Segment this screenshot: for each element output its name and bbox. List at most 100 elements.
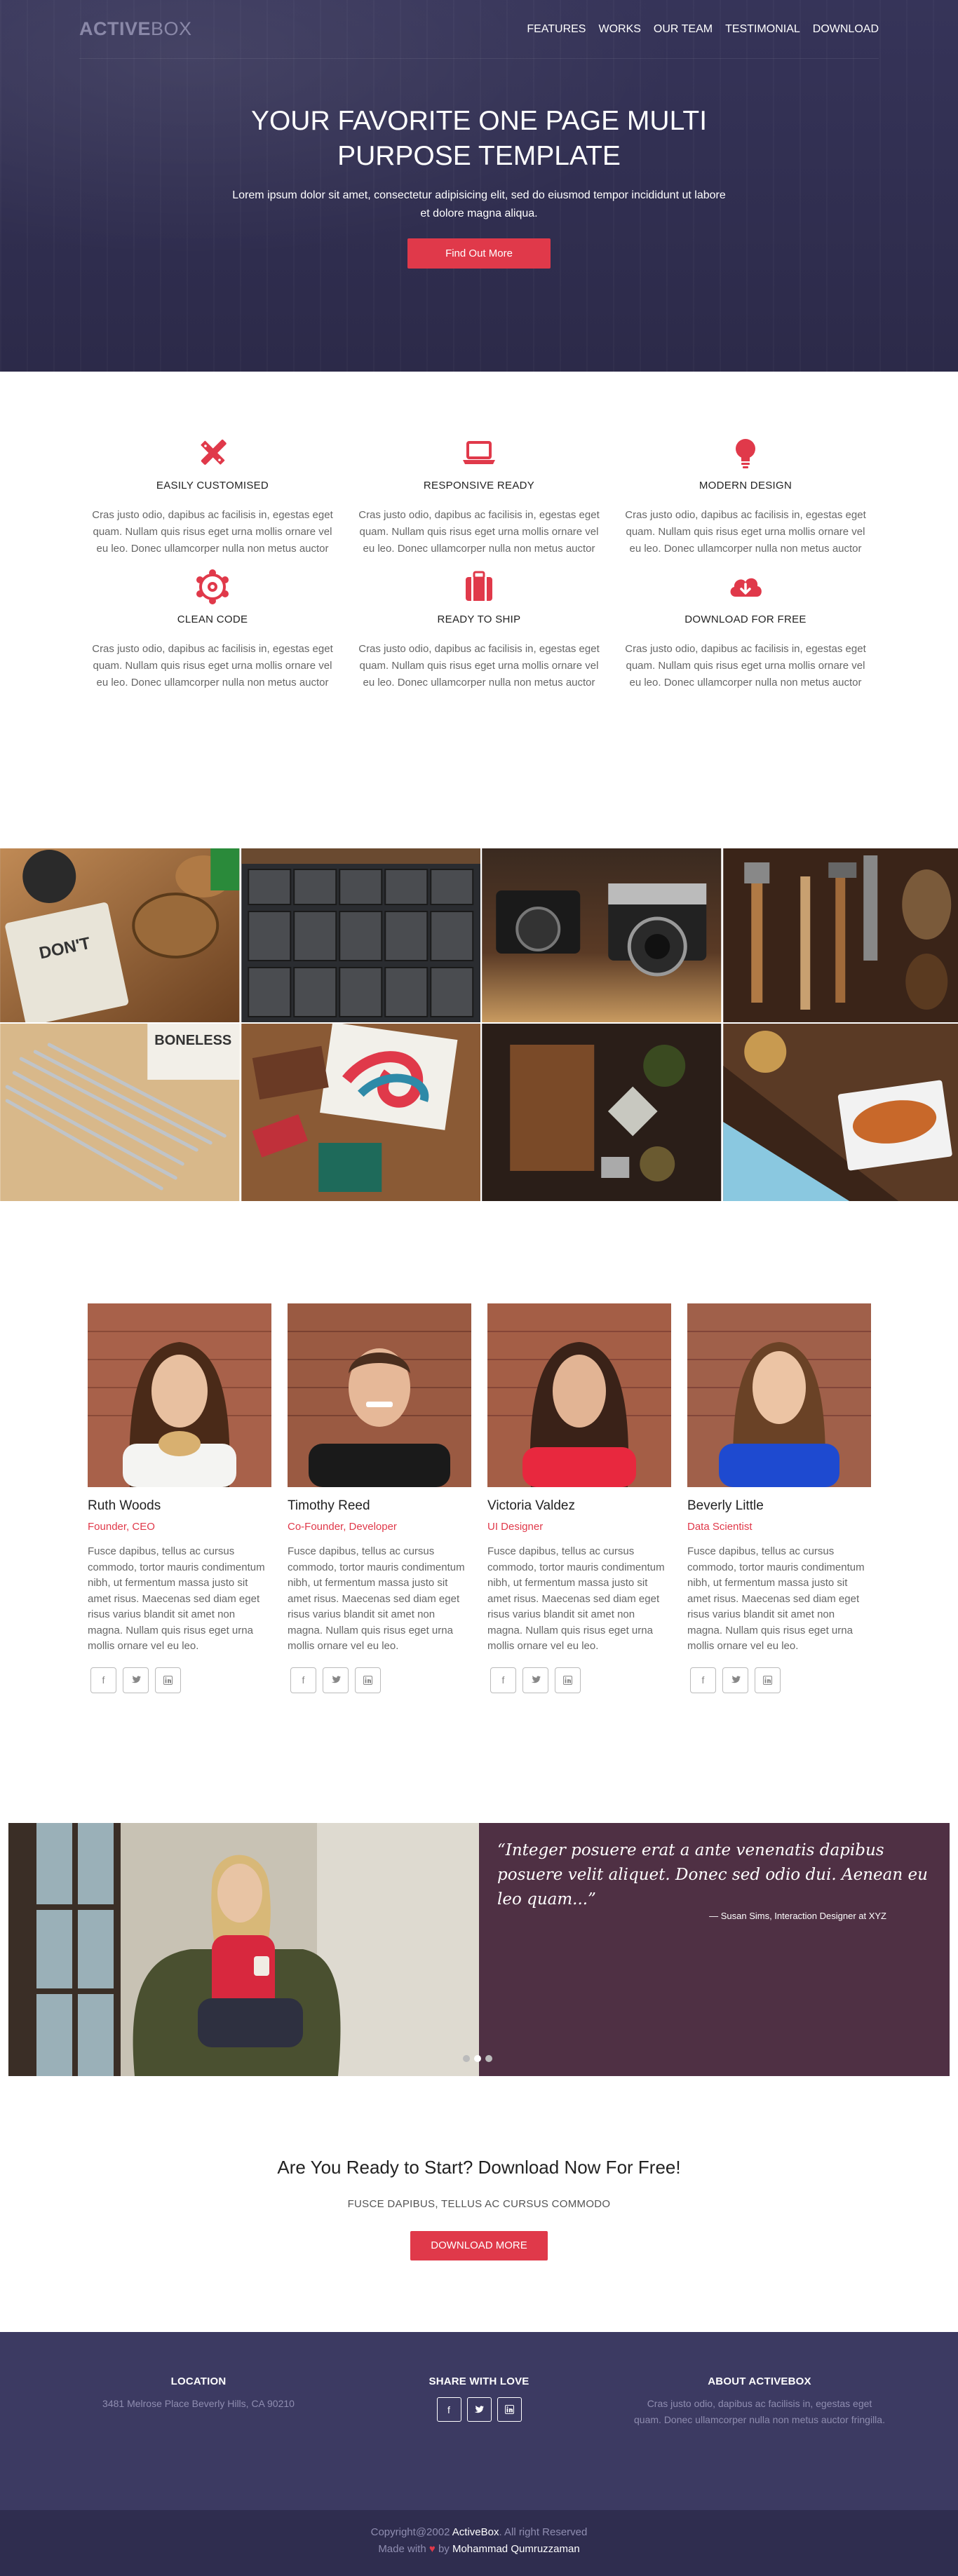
carousel-dot[interactable] <box>485 2055 492 2062</box>
logo[interactable]: ACTIVEBOX <box>79 18 192 40</box>
footer-share-title: SHARE WITH LOVE <box>339 2375 619 2387</box>
linkedin-icon[interactable] <box>355 1667 381 1693</box>
nav-item-testimonial[interactable]: TESTIMONIAL <box>725 23 800 36</box>
portfolio-item[interactable] <box>723 1024 958 1201</box>
portfolio-image <box>482 1024 722 1201</box>
testimonial-quote: “Integer posuere erat a ante venenatis d… <box>497 1838 929 1912</box>
member-photo <box>88 1303 271 1487</box>
portfolio-item[interactable] <box>241 1024 481 1201</box>
team-section: Ruth Woods Founder, CEO Fusce dapibus, t… <box>0 1201 958 1823</box>
footer-about-text: Cras justo odio, dapibus ac facilisis in… <box>633 2396 886 2428</box>
member-role: UI Designer <box>487 1521 671 1533</box>
linkedin-icon[interactable] <box>755 1667 781 1693</box>
footer-share: SHARE WITH LOVE f <box>339 2375 619 2428</box>
portfolio-item[interactable]: DON'T <box>0 848 240 1022</box>
portfolio-item[interactable]: BONELESS <box>0 1024 240 1201</box>
twitter-icon[interactable] <box>522 1667 548 1693</box>
facebook-icon[interactable]: f <box>437 2397 461 2422</box>
feature-title: RESPONSIVE READY <box>346 480 612 492</box>
find-out-more-button[interactable]: Find Out More <box>407 238 551 269</box>
carousel-dot[interactable] <box>463 2055 470 2062</box>
member-bio: Fusce dapibus, tellus ac cursus commodo,… <box>88 1544 269 1655</box>
nav-item-our-team[interactable]: OUR TEAM <box>654 23 713 36</box>
feature-item: MODERN DESIGN Cras justo odio, dapibus a… <box>612 433 879 557</box>
member-name: Timothy Reed <box>288 1498 471 1514</box>
feature-item: CLEAN CODE Cras justo odio, dapibus ac f… <box>79 567 346 691</box>
twitter-icon[interactable] <box>722 1667 748 1693</box>
feature-title: READY TO SHIP <box>346 614 612 625</box>
portfolio-image <box>241 848 481 1022</box>
team-member-card: Timothy Reed Co-Founder, Developer Fusce… <box>288 1303 471 1693</box>
member-role: Founder, CEO <box>88 1521 271 1533</box>
member-name: Victoria Valdez <box>487 1498 671 1514</box>
linkedin-icon[interactable] <box>497 2397 522 2422</box>
navbar: ACTIVEBOX FEATURES WORKS OUR TEAM TESTIM… <box>79 0 879 59</box>
member-photo <box>687 1303 871 1487</box>
twitter-icon[interactable] <box>123 1667 149 1693</box>
feature-text: Cras justo odio, dapibus ac facilisis in… <box>623 641 868 691</box>
feature-text: Cras justo odio, dapibus ac facilisis in… <box>356 641 602 691</box>
portfolio-image: DON'T <box>0 848 240 1022</box>
hero-content: YOUR FAVORITE ONE PAGE MULTI PURPOSE TEM… <box>0 104 958 269</box>
team-member-card: Ruth Woods Founder, CEO Fusce dapibus, t… <box>88 1303 271 1693</box>
suitcase-icon <box>459 567 499 606</box>
facebook-icon[interactable]: f <box>690 1667 716 1693</box>
testimonial-section: “Integer posuere erat a ante venenatis d… <box>0 1823 958 2094</box>
copyright-line: Copyright@2002 ActiveBox. All right Rese… <box>0 2524 958 2541</box>
download-more-button[interactable]: DOWNLOAD MORE <box>410 2231 548 2260</box>
portfolio-item[interactable] <box>482 1024 722 1201</box>
made-with-line: Made with ♥ by Mohammad Qumruzzaman <box>0 2541 958 2558</box>
portfolio-item[interactable] <box>241 848 481 1022</box>
copyright-bar: Copyright@2002 ActiveBox. All right Rese… <box>0 2510 958 2576</box>
copyright-prefix: Copyright@2002 <box>371 2526 450 2538</box>
portfolio-image <box>723 848 958 1022</box>
logo-light: BOX <box>151 18 192 39</box>
portfolio-image <box>482 848 722 1022</box>
author-link[interactable]: Mohammad Qumruzzaman <box>452 2543 580 2555</box>
linkedin-icon[interactable] <box>555 1667 581 1693</box>
nav-item-features[interactable]: FEATURES <box>527 23 586 36</box>
carousel-dots <box>463 2055 492 2062</box>
testimonial-quote-panel: “Integer posuere erat a ante venenatis d… <box>479 1823 950 2076</box>
twitter-icon[interactable] <box>323 1667 349 1693</box>
feature-item: EASILY CUSTOMISED Cras justo odio, dapib… <box>79 433 346 557</box>
footer-about: ABOUT ACTIVEBOX Cras justo odio, dapibus… <box>619 2375 900 2428</box>
made-with-text: Made with <box>378 2543 426 2555</box>
portfolio-item[interactable] <box>482 848 722 1022</box>
linkedin-icon[interactable] <box>155 1667 181 1693</box>
portfolio-image <box>723 1024 958 1201</box>
hero-title: YOUR FAVORITE ONE PAGE MULTI PURPOSE TEM… <box>227 104 731 174</box>
portfolio-item[interactable] <box>723 848 958 1022</box>
member-photo <box>487 1303 671 1487</box>
feature-item: READY TO SHIP Cras justo odio, dapibus a… <box>346 567 612 691</box>
lightbulb-icon <box>726 433 765 473</box>
footer-location-title: LOCATION <box>58 2375 339 2387</box>
nav-item-download[interactable]: DOWNLOAD <box>813 23 879 36</box>
hero-section: ACTIVEBOX FEATURES WORKS OUR TEAM TESTIM… <box>0 0 958 372</box>
copyright-brand[interactable]: ActiveBox <box>452 2526 499 2538</box>
features-section: EASILY CUSTOMISED Cras justo odio, dapib… <box>0 372 958 848</box>
portfolio-grid: DON'T <box>0 848 958 1201</box>
facebook-icon[interactable]: f <box>90 1667 116 1693</box>
member-name: Ruth Woods <box>88 1498 271 1514</box>
member-bio: Fusce dapibus, tellus ac cursus commodo,… <box>288 1544 468 1655</box>
cta-title: Are You Ready to Start? Download Now For… <box>0 2157 958 2178</box>
cta-section: Are You Ready to Start? Download Now For… <box>0 2094 958 2332</box>
feature-item: RESPONSIVE READY Cras justo odio, dapibu… <box>346 433 612 557</box>
nav-item-works[interactable]: WORKS <box>598 23 640 36</box>
carousel-dot-active[interactable] <box>474 2055 481 2062</box>
facebook-icon[interactable]: f <box>290 1667 316 1693</box>
team-member-card: Beverly Little Data Scientist Fusce dapi… <box>687 1303 871 1693</box>
facebook-icon[interactable]: f <box>490 1667 516 1693</box>
member-bio: Fusce dapibus, tellus ac cursus commodo,… <box>687 1544 868 1655</box>
member-socials: f <box>687 1667 871 1693</box>
member-name: Beverly Little <box>687 1498 871 1514</box>
twitter-icon[interactable] <box>467 2397 492 2422</box>
member-bio: Fusce dapibus, tellus ac cursus commodo,… <box>487 1544 668 1655</box>
atom-icon <box>193 567 232 606</box>
nav-menu: FEATURES WORKS OUR TEAM TESTIMONIAL DOWN… <box>527 23 879 36</box>
member-photo <box>288 1303 471 1487</box>
member-role: Co-Founder, Developer <box>288 1521 471 1533</box>
feature-title: CLEAN CODE <box>79 614 346 625</box>
logo-bold: ACTIVE <box>79 18 151 39</box>
